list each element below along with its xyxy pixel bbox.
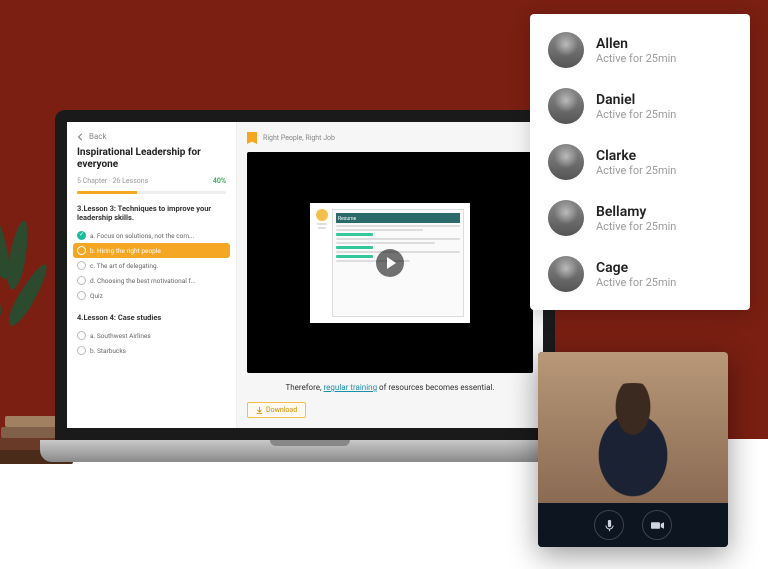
video-caption: Therefore, regular training of resources… [247, 379, 533, 396]
learning-app: Back Inspirational Leadership for everyo… [67, 122, 543, 428]
user-status: Active for 25min [596, 164, 676, 177]
active-users-panel: AllenActive for 25minDanielActive for 25… [530, 14, 750, 310]
user-name: Bellamy [596, 204, 676, 220]
video-player[interactable]: Resume [247, 152, 533, 373]
mic-button[interactable] [594, 510, 624, 540]
laptop: Back Inspirational Leadership for everyo… [40, 110, 570, 490]
user-name: Allen [596, 36, 676, 52]
user-status: Active for 25min [596, 52, 676, 65]
user-row[interactable]: DanielActive for 25min [530, 78, 750, 134]
user-row[interactable]: AllenActive for 25min [530, 22, 750, 78]
back-label: Back [89, 132, 107, 141]
avatar [548, 256, 584, 292]
breadcrumb: Right People, Right Job [263, 134, 335, 142]
lesson-4-head: 4.Lesson 4: Case studies [77, 313, 226, 322]
lesson-item[interactable]: b. Hiring the right people [73, 243, 230, 258]
user-status: Active for 25min [596, 108, 676, 121]
course-meta: 5 Chapter · 26 Lessons [77, 177, 148, 185]
avatar [548, 32, 584, 68]
lesson-item[interactable]: Quiz [77, 288, 226, 303]
lesson-3-head: 3.Lesson 3: Techniques to improve your l… [77, 204, 226, 222]
avatar [548, 200, 584, 236]
lesson-item[interactable]: d. Choosing the best motivational f... [77, 273, 226, 288]
user-status: Active for 25min [596, 276, 676, 289]
user-name: Daniel [596, 92, 676, 108]
user-status: Active for 25min [596, 220, 676, 233]
camera-button[interactable] [642, 510, 672, 540]
user-row[interactable]: BellamyActive for 25min [530, 190, 750, 246]
progress-percent: 40% [213, 177, 226, 185]
lesson-item[interactable]: a. Southwest Airlines [77, 328, 226, 343]
play-button[interactable] [376, 249, 404, 277]
user-name: Clarke [596, 148, 676, 164]
avatar [548, 88, 584, 124]
bookmark-icon[interactable] [247, 132, 257, 144]
course-sidebar: Back Inspirational Leadership for everyo… [67, 122, 237, 428]
lesson-main: Right People, Right Job Resume [237, 122, 543, 428]
lesson-item[interactable]: a. Focus on solutions, not the com... [77, 228, 226, 243]
back-button[interactable]: Back [77, 132, 226, 141]
user-row[interactable]: CageActive for 25min [530, 246, 750, 302]
lesson-item[interactable]: c. The art of delegating. [77, 258, 226, 273]
avatar [548, 144, 584, 180]
video-call-widget [538, 352, 728, 547]
course-title: Inspirational Leadership for everyone [77, 147, 226, 171]
lesson-item[interactable]: b. Starbucks [77, 343, 226, 358]
progress-bar [77, 191, 226, 194]
user-name: Cage [596, 260, 676, 276]
download-button[interactable]: Download [247, 402, 306, 418]
user-row[interactable]: ClarkeActive for 25min [530, 134, 750, 190]
call-video[interactable] [538, 352, 728, 503]
